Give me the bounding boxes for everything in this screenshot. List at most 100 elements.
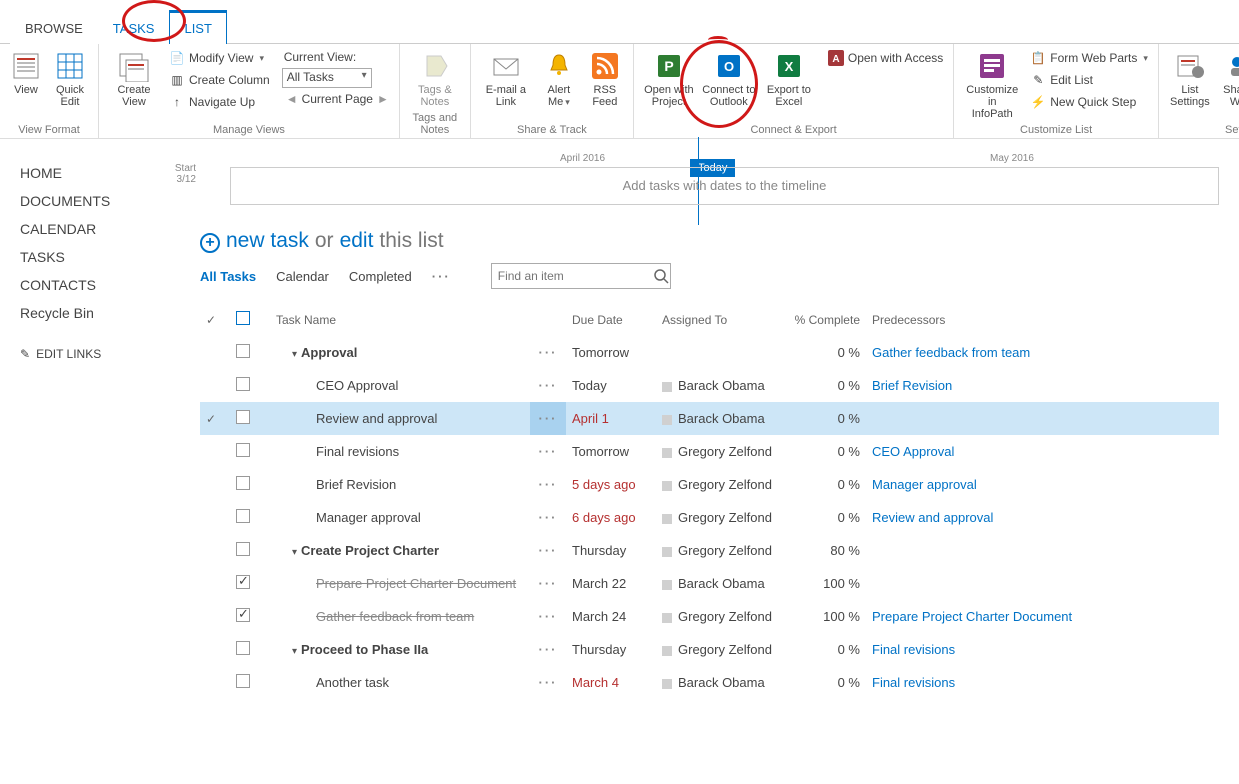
expand-icon[interactable]: ▾ (292, 646, 297, 657)
rss-feed-button[interactable]: RSS Feed (583, 48, 627, 110)
edit-list-link[interactable]: edit (340, 229, 374, 253)
task-name-cell[interactable]: ▾Create Project Charter (270, 534, 530, 567)
row-checkbox[interactable] (236, 674, 250, 688)
col-predecessors[interactable]: Predecessors (866, 303, 1219, 336)
sidebar-item-contacts[interactable]: CONTACTS (20, 271, 180, 299)
row-menu-icon[interactable]: ··· (530, 369, 566, 402)
row-menu-icon[interactable]: ··· (530, 468, 566, 501)
open-with-access-button[interactable]: AOpen with Access (824, 48, 947, 68)
table-row[interactable]: Manager approval···6 days agoGregory Zel… (200, 501, 1219, 534)
customize-infopath-button[interactable]: Customize in InfoPath (960, 48, 1024, 122)
search-input[interactable] (498, 269, 653, 283)
predecessor-link[interactable]: CEO Approval (872, 444, 954, 459)
view-tab-more-icon[interactable]: ··· (432, 269, 451, 284)
alert-me-button[interactable]: Alert Me▾ (537, 48, 581, 110)
tags-notes-button[interactable]: Tags & Notes (406, 48, 464, 110)
navigate-up-button[interactable]: ↑Navigate Up (165, 92, 274, 112)
predecessor-link[interactable]: Manager approval (872, 477, 977, 492)
task-name-cell[interactable]: CEO Approval (270, 369, 530, 402)
modify-view-button[interactable]: 📄Modify View▾ (165, 48, 274, 68)
edit-list-button[interactable]: ✎Edit List (1026, 70, 1152, 90)
table-row[interactable]: ▾Proceed to Phase IIa···ThursdayGregory … (200, 633, 1219, 666)
predecessor-link[interactable]: Final revisions (872, 642, 955, 657)
col-assigned-to[interactable]: Assigned To (656, 303, 786, 336)
select-all-checkbox[interactable] (236, 311, 250, 325)
current-view-select[interactable]: All Tasks (282, 68, 372, 88)
add-icon[interactable]: + (200, 233, 220, 253)
table-row[interactable]: Prepare Project Charter Document···March… (200, 567, 1219, 600)
row-menu-icon[interactable]: ··· (530, 633, 566, 666)
predecessor-link[interactable]: Brief Revision (872, 378, 952, 393)
row-menu-icon[interactable]: ··· (530, 336, 566, 369)
view-tab-calendar[interactable]: Calendar (276, 269, 329, 284)
task-name-cell[interactable]: Review and approval (270, 402, 530, 435)
view-button[interactable]: View (6, 48, 46, 98)
predecessor-link[interactable]: Prepare Project Charter Document (872, 609, 1072, 624)
row-menu-icon[interactable]: ··· (530, 402, 566, 435)
tab-list[interactable]: LIST (169, 10, 226, 44)
expand-icon[interactable]: ▾ (292, 547, 297, 558)
shared-with-button[interactable]: Shared With (1217, 48, 1239, 110)
tab-browse[interactable]: BROWSE (10, 12, 98, 44)
timeline-bar[interactable]: Add tasks with dates to the timeline (230, 167, 1219, 205)
row-checkbox[interactable] (236, 542, 250, 556)
task-name-cell[interactable]: Prepare Project Charter Document (270, 567, 530, 600)
table-row[interactable]: Brief Revision···5 days agoGregory Zelfo… (200, 468, 1219, 501)
task-name-cell[interactable]: Manager approval (270, 501, 530, 534)
task-name-cell[interactable]: ▾Approval (270, 336, 530, 369)
table-row[interactable]: Final revisions···TomorrowGregory Zelfon… (200, 435, 1219, 468)
search-box[interactable] (491, 263, 671, 289)
row-checkbox[interactable] (236, 575, 250, 589)
list-settings-button[interactable]: List Settings (1165, 48, 1215, 110)
predecessor-link[interactable]: Gather feedback from team (872, 345, 1030, 360)
row-menu-icon[interactable]: ··· (530, 501, 566, 534)
view-tab-all-tasks[interactable]: All Tasks (200, 269, 256, 284)
row-checkbox[interactable] (236, 476, 250, 490)
table-row[interactable]: Another task···March 4Barack Obama0 %Fin… (200, 666, 1219, 699)
sidebar-item-home[interactable]: HOME (20, 159, 180, 187)
row-menu-icon[interactable]: ··· (530, 435, 566, 468)
row-menu-icon[interactable]: ··· (530, 567, 566, 600)
sidebar-item-tasks[interactable]: TASKS (20, 243, 180, 271)
row-menu-icon[interactable]: ··· (530, 534, 566, 567)
row-menu-icon[interactable]: ··· (530, 666, 566, 699)
task-name-cell[interactable]: Final revisions (270, 435, 530, 468)
view-tab-completed[interactable]: Completed (349, 269, 412, 284)
create-view-button[interactable]: Create View (105, 48, 163, 110)
export-to-excel-button[interactable]: X Export to Excel (760, 48, 818, 110)
task-name-cell[interactable]: Brief Revision (270, 468, 530, 501)
table-row[interactable]: ✓Review and approval···April 1Barack Oba… (200, 402, 1219, 435)
table-row[interactable]: ▾Create Project Charter···ThursdayGregor… (200, 534, 1219, 567)
sidebar-item-calendar[interactable]: CALENDAR (20, 215, 180, 243)
open-with-project-button[interactable]: P Open with Project (640, 48, 698, 110)
task-name-cell[interactable]: Gather feedback from team (270, 600, 530, 633)
email-link-button[interactable]: E-mail a Link (477, 48, 535, 110)
new-quick-step-button[interactable]: ⚡New Quick Step (1026, 92, 1152, 112)
row-checkbox[interactable] (236, 608, 250, 622)
col-due-date[interactable]: Due Date (566, 303, 656, 336)
table-row[interactable]: CEO Approval···TodayBarack Obama0 %Brief… (200, 369, 1219, 402)
form-web-parts-button[interactable]: 📋Form Web Parts▾ (1026, 48, 1152, 68)
col-pct-complete[interactable]: % Complete (786, 303, 866, 336)
task-name-cell[interactable]: ▾Proceed to Phase IIa (270, 633, 530, 666)
search-icon[interactable] (653, 268, 669, 284)
row-checkbox[interactable] (236, 509, 250, 523)
current-page-nav[interactable]: ◄Current Page► (282, 90, 393, 108)
row-checkbox[interactable] (236, 410, 250, 424)
sidebar-item-recycle-bin[interactable]: Recycle Bin (20, 299, 180, 327)
row-checkbox[interactable] (236, 443, 250, 457)
row-checkbox[interactable] (236, 344, 250, 358)
edit-links-button[interactable]: ✎ EDIT LINKS (20, 347, 180, 361)
row-menu-icon[interactable]: ··· (530, 600, 566, 633)
quick-edit-button[interactable]: Quick Edit (48, 48, 92, 110)
tab-tasks[interactable]: TASKS (98, 12, 170, 44)
connect-outlook-button[interactable]: O Connect to Outlook (700, 48, 758, 110)
row-checkbox[interactable] (236, 641, 250, 655)
predecessor-link[interactable]: Final revisions (872, 675, 955, 690)
create-column-button[interactable]: ▥Create Column (165, 70, 274, 90)
row-checkbox[interactable] (236, 377, 250, 391)
expand-icon[interactable]: ▾ (292, 349, 297, 360)
table-row[interactable]: ▾Approval···Tomorrow0 %Gather feedback f… (200, 336, 1219, 369)
table-row[interactable]: Gather feedback from team···March 24Greg… (200, 600, 1219, 633)
task-name-cell[interactable]: Another task (270, 666, 530, 699)
